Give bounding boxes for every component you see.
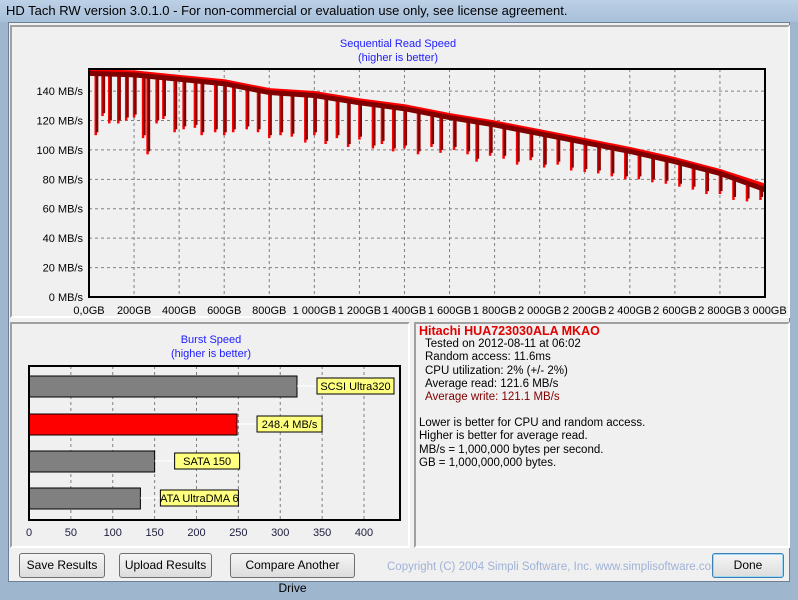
burst-bar [28, 413, 238, 436]
random-access: Random access: 11.6ms [425, 351, 551, 364]
burst-tick-label: 250 [229, 527, 247, 539]
burst-bar [28, 375, 298, 398]
x-tick-label: 2 000GB [518, 305, 561, 317]
note-higher: Higher is better for average read. [419, 430, 588, 443]
average-write: Average write: 121.1 MB/s [425, 391, 560, 404]
x-tick-label: 2 600GB [653, 305, 696, 317]
burst-tick-label: 350 [313, 527, 331, 539]
burst-tick-label: 50 [65, 527, 77, 539]
burst-bar [28, 487, 141, 510]
drive-name: Hitachi HUA723030ALA MKAO [419, 324, 600, 338]
x-tick-label: 2 400GB [608, 305, 651, 317]
upload-results-button[interactable]: Upload Results [119, 553, 212, 578]
tested-date: Tested on 2012-08-11 at 06:02 [425, 338, 581, 351]
burst-chart: 0 50 100 150 200 250 300 350 400 SCSI Ultra320 248… [26, 365, 401, 539]
drive-info: Hitachi HUA723030ALA MKAO Tested on 2012… [419, 324, 646, 470]
note-lower: Lower is better for CPU and random acces… [419, 417, 646, 430]
save-results-button[interactable]: Save Results [19, 553, 105, 578]
burst-tick-label: 200 [187, 527, 205, 539]
x-tick-label: 3 000GB [743, 305, 786, 317]
x-tick-label: 1 600GB [428, 305, 471, 317]
average-read: Average read: 121.6 MB/s [425, 377, 559, 390]
bar-label: SCSI Ultra320 [320, 381, 390, 393]
note-gb: GB = 1,000,000,000 bytes. [419, 456, 557, 469]
x-tick-label: 2 800GB [698, 305, 741, 317]
burst-tick-label: 400 [355, 527, 373, 539]
bar-label: ATA UltraDMA 6 [160, 493, 238, 505]
compare-drive-button[interactable]: Compare Another Drive [230, 553, 355, 595]
x-tick-label: 2 200GB [563, 305, 606, 317]
x-tick-label: 1 800GB [473, 305, 516, 317]
burst-bar [28, 450, 156, 473]
burst-tick-label: 150 [145, 527, 163, 539]
cpu-utilization: CPU utilization: 2% (+/- 2%) [425, 364, 568, 377]
done-button[interactable]: Done [712, 553, 784, 578]
burst-tick-label: 0 [26, 527, 32, 539]
burst-tick-label: 100 [104, 527, 122, 539]
bar-label: 248.4 MB/s [262, 419, 318, 431]
burst-tick-label: 300 [271, 527, 289, 539]
bar-label: SATA 150 [183, 456, 231, 468]
copyright: Copyright (C) 2004 Simpli Software, Inc.… [387, 561, 721, 573]
note-mbs: MB/s = 1,000,000 bytes per second. [419, 443, 604, 456]
